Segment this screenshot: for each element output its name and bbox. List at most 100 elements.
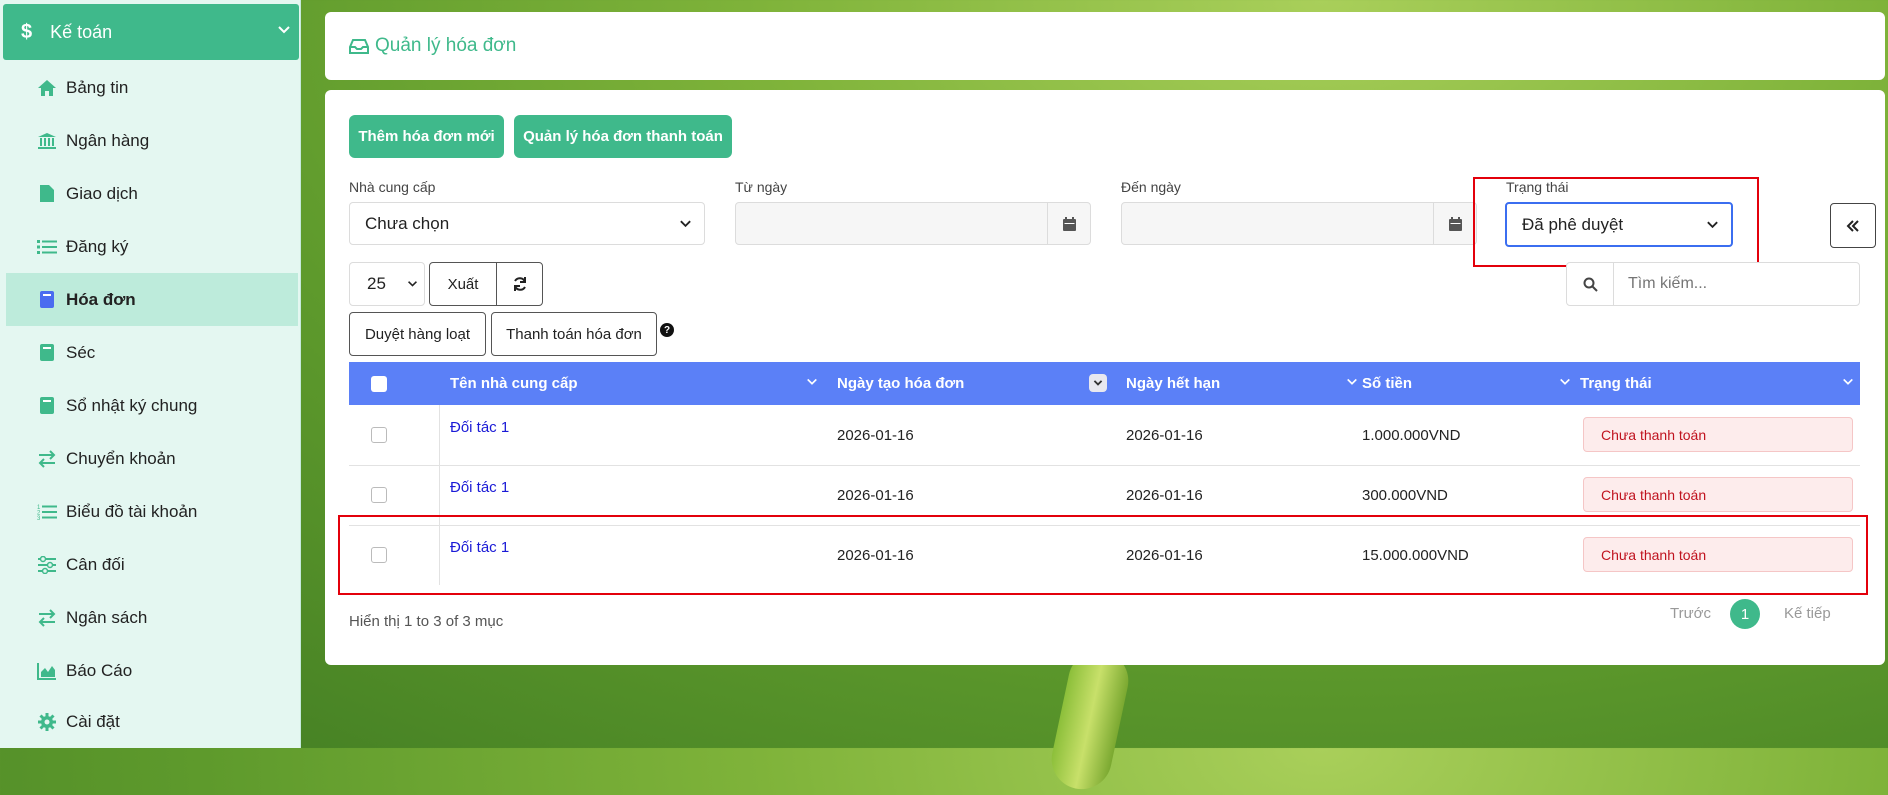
page-size-select[interactable]: 25 xyxy=(349,262,425,306)
from-date-input[interactable] xyxy=(735,202,1091,245)
chevron-down-icon xyxy=(278,26,290,34)
sidebar-item-label: Sổ nhật ký chung xyxy=(66,395,198,415)
supplier-link[interactable]: Đối tác 1 xyxy=(450,539,509,556)
sidebar-item-subscriptions[interactable]: Đăng ký xyxy=(6,220,298,273)
chevron-down-icon xyxy=(1843,378,1853,385)
sidebar-item-budget[interactable]: Ngân sách xyxy=(6,591,298,644)
sidebar-item-transactions[interactable]: Giao dịch xyxy=(6,167,298,220)
export-button[interactable]: Xuất xyxy=(429,262,497,306)
help-icon[interactable]: ? xyxy=(660,323,674,337)
sidebar-item-dashboard[interactable]: Bảng tin xyxy=(6,61,298,114)
dollar-icon: $ xyxy=(21,20,33,43)
bulk-approve-button[interactable]: Duyệt hàng loạt xyxy=(349,312,486,356)
status-badge: Chưa thanh toán xyxy=(1583,537,1853,572)
search-icon xyxy=(1567,263,1614,305)
refresh-icon xyxy=(513,277,526,291)
status-select-value: Đã phê duyệt xyxy=(1522,214,1624,234)
status-badge: Chưa thanh toán xyxy=(1583,477,1853,512)
chevron-down-icon xyxy=(807,378,817,385)
sidebar-item-transfers[interactable]: Chuyển khoản xyxy=(6,432,298,485)
sidebar-item-label: Biểu đồ tài khoản xyxy=(66,501,198,521)
column-header-supplier[interactable]: Tên nhà cung cấp xyxy=(450,362,830,405)
created-date-cell: 2026-01-16 xyxy=(837,486,914,504)
page-title: Quản lý hóa đơn xyxy=(375,35,517,56)
chevron-down-icon xyxy=(1560,378,1570,385)
gear-icon xyxy=(36,711,58,733)
pagination-next[interactable]: Kế tiếp xyxy=(1784,605,1831,622)
amount-cell: 300.000VND xyxy=(1362,486,1448,504)
sidebar-item-bank[interactable]: Ngân hàng xyxy=(6,114,298,167)
select-all-checkbox[interactable] xyxy=(371,362,387,405)
supplier-link[interactable]: Đối tác 1 xyxy=(450,419,509,436)
home-icon xyxy=(36,77,58,99)
table-info: Hiển thị 1 to 3 of 3 mục xyxy=(349,613,504,630)
due-date-cell: 2026-01-16 xyxy=(1126,426,1203,444)
table-row: Đối tác 1 2026-01-16 2026-01-16 300.000V… xyxy=(349,465,1860,526)
table-row: Đối tác 1 2026-01-16 2026-01-16 1.000.00… xyxy=(349,405,1860,466)
manage-payment-invoices-button[interactable]: Quản lý hóa đơn thanh toán xyxy=(514,115,732,158)
area-chart-icon xyxy=(36,660,58,682)
sidebar-header-label: Kế toán xyxy=(50,21,113,42)
column-header-created-date[interactable]: Ngày tạo hóa đơn xyxy=(837,362,1119,405)
collapse-filters-button[interactable] xyxy=(1830,203,1876,248)
due-date-cell: 2026-01-16 xyxy=(1126,546,1203,564)
row-checkbox[interactable] xyxy=(371,465,387,525)
amount-cell: 1.000.000VND xyxy=(1362,426,1461,444)
sidebar-item-label: Ngân sách xyxy=(66,607,148,627)
to-date-input[interactable] xyxy=(1121,202,1477,245)
calendar-icon[interactable] xyxy=(1047,203,1090,244)
column-header-due-date[interactable]: Ngày hết hạn xyxy=(1126,362,1364,405)
invoice-panel: Thêm hóa đơn mới Quản lý hóa đơn thanh t… xyxy=(325,90,1885,665)
chevron-down-icon xyxy=(1707,221,1718,228)
to-date-label: Đến ngày xyxy=(1121,179,1181,195)
refresh-button[interactable] xyxy=(496,262,543,306)
page-size-value: 25 xyxy=(367,274,386,293)
pagination-page[interactable]: 1 xyxy=(1730,599,1760,629)
supplier-select[interactable]: Chưa chọn xyxy=(349,202,705,245)
sidebar-header-accounting[interactable]: $ Kế toán xyxy=(3,4,299,60)
sidebar-item-checks[interactable]: Séc xyxy=(6,326,298,379)
calendar-icon[interactable] xyxy=(1433,203,1476,244)
status-select[interactable]: Đã phê duyệt xyxy=(1505,202,1733,247)
column-header-label: Tên nhà cung cấp xyxy=(450,375,578,392)
sidebar-item-reports[interactable]: Báo Cáo xyxy=(6,644,298,697)
status-label: Trạng thái xyxy=(1506,179,1569,195)
table-header: Tên nhà cung cấp Ngày tạo hóa đơn Ngày h… xyxy=(349,362,1860,405)
from-date-label: Từ ngày xyxy=(735,179,788,195)
sort-toggle-icon[interactable] xyxy=(1089,374,1107,392)
file-icon xyxy=(36,183,58,205)
sidebar-item-journal[interactable]: Sổ nhật ký chung xyxy=(6,379,298,432)
row-checkbox[interactable] xyxy=(371,405,387,465)
chevron-down-icon xyxy=(408,281,417,287)
add-invoice-button[interactable]: Thêm hóa đơn mới xyxy=(349,115,504,158)
column-header-status[interactable]: Trạng thái xyxy=(1580,362,1860,405)
pagination-prev[interactable]: Trước xyxy=(1670,605,1711,622)
double-chevron-left-icon xyxy=(1846,219,1859,232)
chevron-down-icon xyxy=(680,220,691,227)
svg-text:3: 3 xyxy=(37,516,41,520)
inbox-icon xyxy=(349,38,369,54)
sidebar-item-balance[interactable]: Cân đối xyxy=(6,538,298,591)
row-checkbox[interactable] xyxy=(371,525,387,585)
search-input[interactable] xyxy=(1626,274,1850,294)
pay-invoices-button[interactable]: Thanh toán hóa đơn xyxy=(491,312,657,356)
sidebar-item-label: Đăng ký xyxy=(66,236,129,256)
search-box[interactable] xyxy=(1566,262,1860,306)
column-divider xyxy=(439,405,440,465)
sidebar-item-invoices[interactable]: Hóa đơn xyxy=(6,273,298,326)
book-icon xyxy=(36,289,58,311)
sidebar-item-settings[interactable]: Cài đặt xyxy=(6,695,298,748)
sidebar-item-label: Giao dịch xyxy=(66,183,138,203)
supplier-link[interactable]: Đối tác 1 xyxy=(450,479,509,496)
column-header-amount[interactable]: Số tiền xyxy=(1362,362,1577,405)
sidebar-item-label: Séc xyxy=(66,342,96,362)
background-plant xyxy=(1046,645,1134,795)
sidebar-item-chart-of-accounts[interactable]: 123 Biểu đồ tài khoản xyxy=(6,485,298,538)
sidebar: $ Kế toán Bảng tin Ngân hàng Giao dịch Đ… xyxy=(0,0,301,748)
exchange-icon xyxy=(36,607,58,629)
sidebar-item-label: Báo Cáo xyxy=(66,660,133,680)
list-icon xyxy=(36,236,58,258)
status-badge: Chưa thanh toán xyxy=(1583,417,1853,452)
bank-icon xyxy=(36,130,58,152)
sidebar-item-label: Cân đối xyxy=(66,554,125,574)
